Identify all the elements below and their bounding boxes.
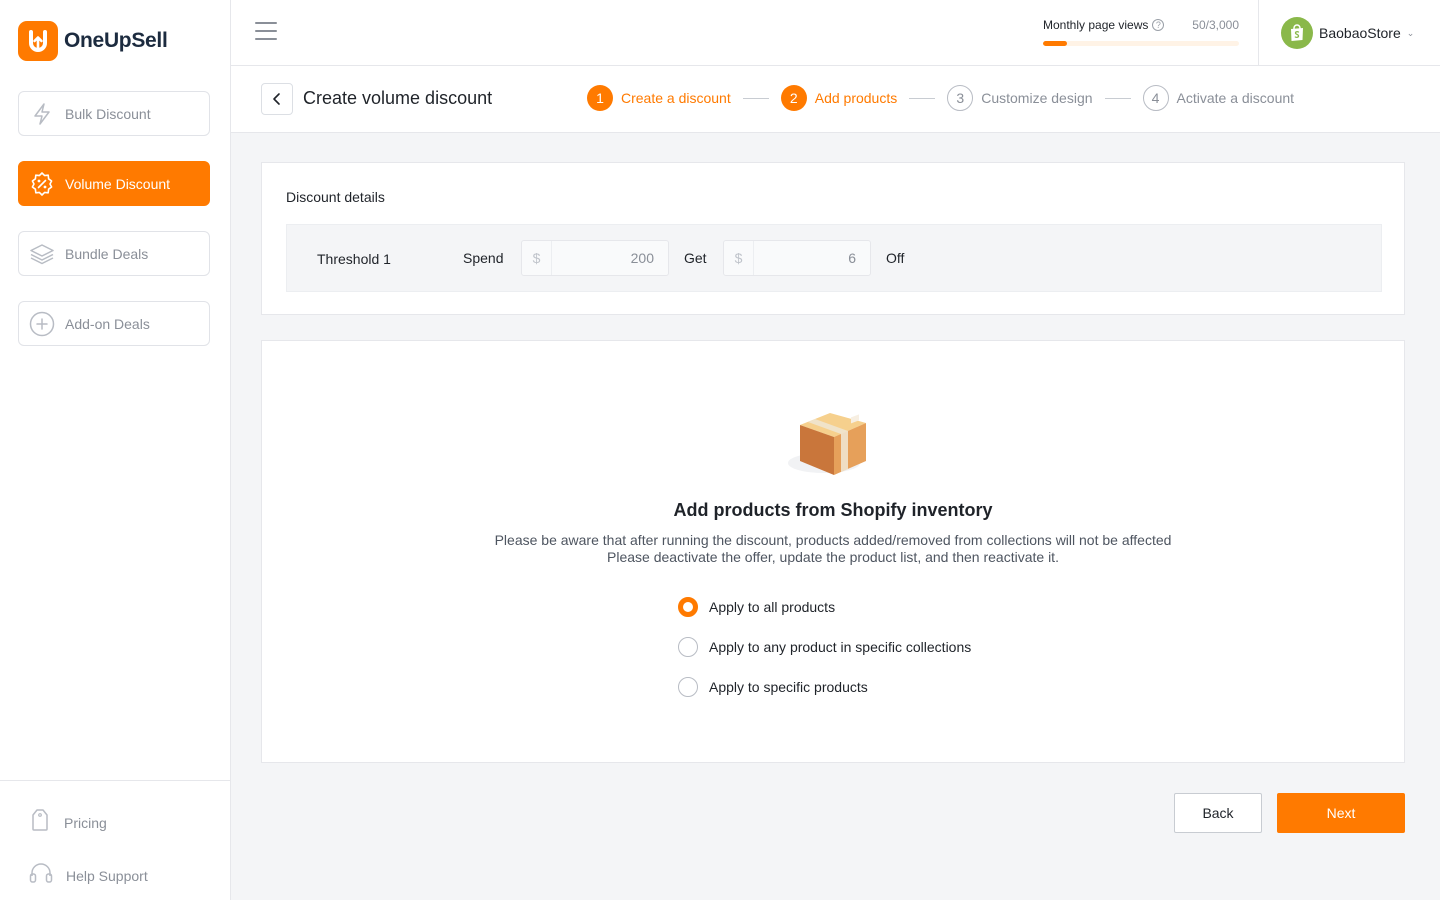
sidebar: OneUpSell Bulk Discount Volume Discount … bbox=[0, 0, 231, 900]
lightning-icon bbox=[29, 101, 55, 127]
option-specific-products[interactable]: Apply to specific products bbox=[678, 677, 868, 697]
threshold-row: Threshold 1 Spend $ Get $ Off bbox=[286, 224, 1382, 292]
sidebar-divider bbox=[0, 780, 231, 781]
description-line: Please be aware that after running the d… bbox=[494, 532, 1172, 548]
step-label: Activate a discount bbox=[1176, 90, 1295, 106]
step-label: Customize design bbox=[981, 90, 1093, 106]
products-description: Please be aware that after running the d… bbox=[262, 532, 1404, 566]
page-views-count: 50/3,000 bbox=[1192, 18, 1239, 32]
step-activate-discount[interactable]: 4 Activate a discount bbox=[1142, 85, 1295, 111]
sidebar-item-label: Bulk Discount bbox=[65, 105, 151, 122]
store-name: BaobaoStore bbox=[1319, 25, 1401, 41]
sidebar-item-label: Volume Discount bbox=[65, 175, 171, 192]
option-label: Apply to specific products bbox=[709, 679, 868, 695]
page-views-progress-bar bbox=[1043, 41, 1239, 46]
spend-amount-field: $ bbox=[521, 240, 669, 276]
sidebar-item-help-support[interactable]: Help Support bbox=[28, 861, 148, 890]
page-views-progress-fill bbox=[1043, 41, 1067, 46]
app-name: OneUpSell bbox=[64, 29, 168, 52]
sidebar-item-bundle-deals[interactable]: Bundle Deals bbox=[18, 231, 210, 276]
step-number: 4 bbox=[1142, 85, 1169, 111]
chevron-down-icon: ⌄ bbox=[1406, 27, 1415, 38]
page-header: Create volume discount 1 Create a discou… bbox=[231, 66, 1440, 133]
step-customize-design[interactable]: 3 Customize design bbox=[947, 85, 1093, 111]
step-number: 2 bbox=[780, 85, 807, 111]
radio-button[interactable] bbox=[678, 597, 698, 617]
next-button[interactable]: Next bbox=[1277, 793, 1405, 833]
page-views-meter: Monthly page views ? 50/3,000 bbox=[1043, 18, 1239, 46]
spend-label: Spend bbox=[463, 250, 504, 266]
top-bar: Monthly page views ? 50/3,000 BaobaoStor… bbox=[231, 0, 1440, 66]
add-products-card: Add products from Shopify inventory Plea… bbox=[261, 340, 1405, 763]
radio-button[interactable] bbox=[678, 637, 698, 657]
sidebar-item-volume-discount[interactable]: Volume Discount bbox=[18, 161, 210, 206]
logo-icon bbox=[18, 21, 58, 61]
option-specific-collections[interactable]: Apply to any product in specific collect… bbox=[678, 637, 971, 657]
description-line: Please deactivate the offer, update the … bbox=[607, 549, 1059, 565]
sidebar-item-label: Add-on Deals bbox=[65, 315, 150, 332]
shopify-bag-icon bbox=[1281, 17, 1313, 49]
topbar-divider bbox=[1258, 0, 1259, 66]
step-number: 1 bbox=[587, 85, 613, 111]
currency-prefix: $ bbox=[724, 241, 754, 275]
sidebar-item-label: Bundle Deals bbox=[65, 245, 149, 262]
discount-details-card: Discount details Threshold 1 Spend $ Get… bbox=[261, 162, 1405, 315]
step-number: 3 bbox=[947, 85, 974, 111]
step-create-discount[interactable]: 1 Create a discount bbox=[587, 85, 731, 111]
stepper: 1 Create a discount 2 Add products 3 Cus… bbox=[587, 85, 1294, 111]
package-box-icon bbox=[788, 413, 866, 475]
chevron-left-icon bbox=[273, 93, 280, 105]
page-title: Create volume discount bbox=[303, 88, 493, 108]
card-title: Discount details bbox=[286, 189, 385, 205]
step-label: Create a discount bbox=[621, 90, 731, 106]
sidebar-item-add-on-deals[interactable]: Add-on Deals bbox=[18, 301, 210, 346]
sidebar-item-label: Help Support bbox=[66, 867, 148, 884]
step-connector bbox=[742, 97, 769, 99]
option-label: Apply to any product in specific collect… bbox=[709, 639, 972, 655]
get-amount-field: $ bbox=[723, 240, 871, 276]
threshold-name: Threshold 1 bbox=[317, 251, 391, 267]
back-arrow-button[interactable] bbox=[261, 83, 293, 115]
menu-toggle-icon[interactable] bbox=[255, 22, 277, 42]
step-label: Add products bbox=[814, 90, 898, 106]
step-add-products[interactable]: 2 Add products bbox=[780, 85, 898, 111]
get-amount-input[interactable] bbox=[754, 241, 870, 275]
sidebar-item-label: Pricing bbox=[64, 814, 107, 831]
back-button[interactable]: Back bbox=[1174, 793, 1262, 833]
radio-button[interactable] bbox=[678, 677, 698, 697]
layers-icon bbox=[29, 241, 55, 267]
headset-icon bbox=[28, 861, 54, 890]
products-title: Add products from Shopify inventory bbox=[673, 500, 993, 520]
page-views-label: Monthly page views bbox=[1043, 18, 1149, 32]
spend-amount-input[interactable] bbox=[552, 241, 668, 275]
sidebar-item-pricing[interactable]: Pricing bbox=[28, 808, 107, 837]
step-connector bbox=[1104, 97, 1131, 99]
discount-badge-icon bbox=[29, 171, 55, 197]
off-label: Off bbox=[886, 250, 905, 266]
step-connector bbox=[909, 97, 936, 99]
help-icon[interactable]: ? bbox=[1152, 19, 1165, 31]
plus-circle-icon bbox=[29, 311, 55, 337]
store-menu[interactable]: BaobaoStore ⌄ bbox=[1281, 17, 1414, 49]
app-logo[interactable]: OneUpSell bbox=[18, 21, 168, 61]
option-all-products[interactable]: Apply to all products bbox=[678, 597, 835, 617]
sidebar-item-bulk-discount[interactable]: Bulk Discount bbox=[18, 91, 210, 136]
get-label: Get bbox=[684, 250, 707, 266]
option-label: Apply to all products bbox=[709, 599, 836, 615]
currency-prefix: $ bbox=[522, 241, 552, 275]
tag-icon bbox=[28, 808, 52, 837]
